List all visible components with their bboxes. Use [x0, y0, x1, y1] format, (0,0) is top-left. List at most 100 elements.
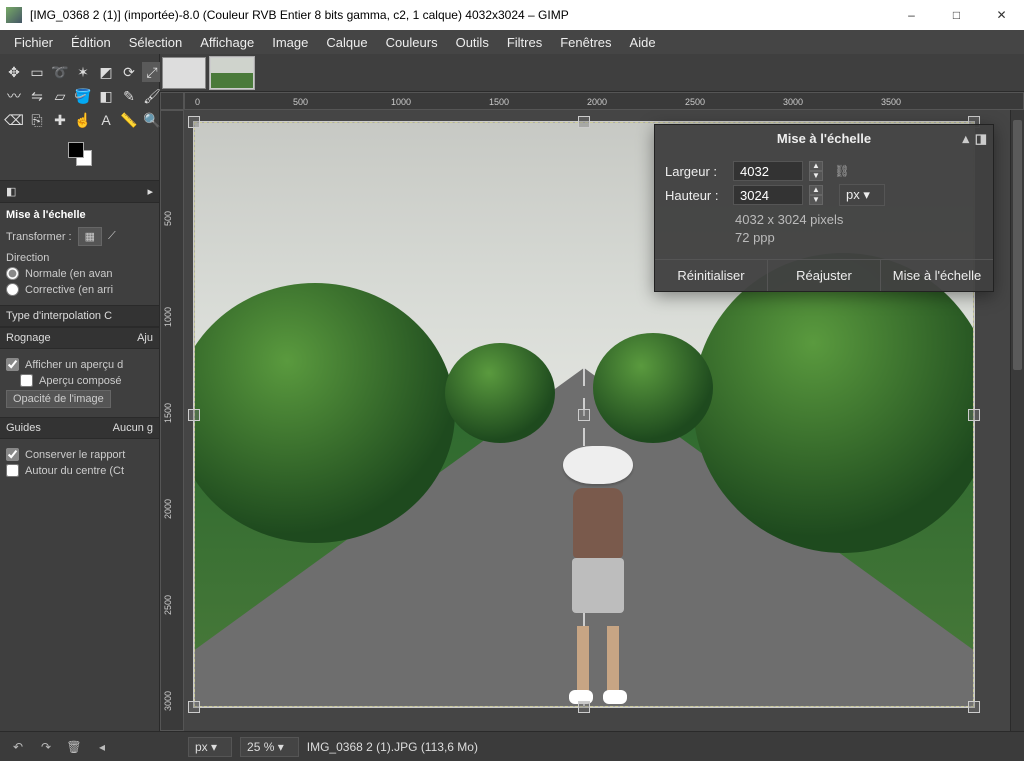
tool-scale[interactable]: ⤢ — [142, 62, 162, 82]
maximize-button[interactable]: □ — [934, 0, 979, 30]
composite-preview-label: Aperçu composé — [39, 375, 122, 387]
crop-row[interactable]: Rognage Aju — [0, 327, 159, 349]
tool-options-title: Mise à l'échelle — [6, 209, 153, 221]
dialog-shade-icon[interactable]: ▴ — [962, 131, 969, 147]
guides-row[interactable]: GuidesAucun g — [0, 417, 159, 439]
tool-fuzzy-select[interactable]: ✶ — [73, 62, 93, 82]
width-spin-up[interactable]: ▲ — [809, 161, 823, 171]
image-opacity-button[interactable]: Opacité de l'image — [6, 390, 111, 408]
tool-lasso[interactable]: ➰ — [50, 62, 70, 82]
tool-smudge[interactable]: ☝ — [73, 110, 93, 130]
window-title: [IMG_0368 2 (1)] (importée)-8.0 (Couleur… — [30, 8, 889, 22]
status-undo-icon[interactable]: ↶ — [8, 737, 28, 757]
tool-pencil[interactable]: ✎ — [119, 86, 139, 106]
width-input[interactable]: 4032 — [733, 161, 803, 181]
tool-gradient[interactable]: ◧ — [96, 86, 116, 106]
show-preview-checkbox[interactable] — [6, 358, 19, 371]
tool-zoom[interactable]: 🔍 — [142, 110, 162, 130]
tool-heal[interactable]: ✚ — [50, 110, 70, 130]
scale-dialog-title: Mise à l'échelle — [777, 131, 871, 146]
direction-normal-label: Normale (en avan — [25, 268, 112, 280]
menu-tools[interactable]: Outils — [448, 33, 497, 52]
tool-crop[interactable]: ◩ — [96, 62, 116, 82]
tool-measure[interactable]: 📏 — [119, 110, 139, 130]
menu-windows[interactable]: Fenêtres — [552, 33, 619, 52]
color-swatches[interactable] — [60, 142, 100, 170]
menu-colors[interactable]: Couleurs — [378, 33, 446, 52]
ruler-corner[interactable] — [160, 92, 184, 110]
vertical-scrollbar[interactable] — [1010, 110, 1024, 731]
interpolation-row[interactable]: Type d'interpolation C — [0, 305, 159, 327]
menu-edit[interactable]: Édition — [63, 33, 119, 52]
tool-bucket[interactable]: 🪣 — [73, 86, 93, 106]
height-input[interactable]: 3024 — [733, 185, 803, 205]
menu-layer[interactable]: Calque — [318, 33, 375, 52]
tool-options-header: ◧ ▸ — [0, 180, 159, 203]
tool-perspective[interactable]: ▱ — [50, 86, 70, 106]
menu-help[interactable]: Aide — [622, 33, 664, 52]
vertical-ruler[interactable]: 500 1000 1500 2000 2500 3000 — [160, 110, 184, 731]
horizontal-ruler[interactable]: 0 500 1000 1500 2000 2500 3000 3500 — [184, 92, 1024, 110]
canvas[interactable]: Mise à l'échelle ▴ ◨ Largeur : 4032 ▲▼ ⛓… — [184, 110, 1024, 731]
dialog-reset-button[interactable]: Réinitialiser — [655, 260, 767, 291]
scale-dialog[interactable]: Mise à l'échelle ▴ ◨ Largeur : 4032 ▲▼ ⛓… — [654, 124, 994, 292]
around-center-label: Autour du centre (Ct — [25, 465, 124, 477]
tool-text[interactable]: A — [96, 110, 116, 130]
composite-preview-checkbox[interactable] — [20, 374, 33, 387]
link-chain-icon[interactable]: ⛓ — [835, 164, 849, 178]
dialog-res-info: 72 ppp — [735, 229, 983, 247]
dialog-scale-button[interactable]: Mise à l'échelle — [880, 260, 993, 291]
width-label: Largeur : — [665, 164, 727, 179]
status-delete-icon[interactable]: 🗑 — [64, 737, 84, 757]
menu-bar: Fichier Édition Sélection Affichage Imag… — [0, 30, 1024, 54]
dialog-adjust-button[interactable]: Réajuster — [767, 260, 880, 291]
close-button[interactable]: ✕ — [979, 0, 1024, 30]
direction-corrective-radio[interactable] — [6, 283, 19, 296]
tool-options-tab[interactable]: ◧ — [6, 185, 16, 198]
tool-warp[interactable]: 〰 — [4, 86, 24, 106]
app-icon — [6, 7, 22, 23]
status-redo-icon[interactable]: ↷ — [36, 737, 56, 757]
direction-label: Direction — [6, 252, 153, 264]
status-collapse-icon[interactable]: ◂ — [92, 737, 112, 757]
height-label: Hauteur : — [665, 188, 727, 203]
width-spin-down[interactable]: ▼ — [809, 171, 823, 181]
minimize-button[interactable]: – — [889, 0, 934, 30]
tool-flip[interactable]: ⇋ — [27, 86, 47, 106]
transform-label: Transformer : — [6, 231, 72, 243]
fg-color-swatch[interactable] — [68, 142, 84, 158]
show-preview-label: Afficher un aperçu d — [25, 359, 123, 371]
horizontal-ruler-bar: 0 500 1000 1500 2000 2500 3000 3500 — [160, 92, 1024, 110]
menu-filters[interactable]: Filtres — [499, 33, 550, 52]
direction-normal-radio[interactable] — [6, 267, 19, 280]
keep-ratio-checkbox[interactable] — [6, 448, 19, 461]
direction-corrective-label: Corrective (en arri — [25, 284, 113, 296]
height-spin-up[interactable]: ▲ — [809, 185, 823, 195]
status-bar: ↶ ↷ 🗑 ◂ px ▾ 25 % ▾ IMG_0368 2 (1).JPG (… — [0, 731, 1024, 761]
tool-rect-select[interactable]: ▭ — [27, 62, 47, 82]
tool-eraser[interactable]: ⌫ — [4, 110, 24, 130]
around-center-checkbox[interactable] — [6, 464, 19, 477]
transform-target-path[interactable]: ⟋ — [108, 230, 116, 243]
tool-clone[interactable]: ⎘ — [27, 110, 47, 130]
keep-ratio-label: Conserver le rapport — [25, 449, 125, 461]
dialog-size-info: 4032 x 3024 pixels — [735, 211, 983, 229]
tool-rotate[interactable]: ⟳ — [119, 62, 139, 82]
image-tab-1[interactable] — [162, 57, 206, 89]
menu-image[interactable]: Image — [264, 33, 316, 52]
height-spin-down[interactable]: ▼ — [809, 195, 823, 205]
tool-brush[interactable]: 🖌 — [142, 86, 162, 106]
left-dock: ✥ ▭ ➰ ✶ ◩ ⟳ ⤢ 〰 ⇋ ▱ 🪣 ◧ ✎ 🖌 ⌫ ⎘ ✚ ☝ A 📏 … — [0, 54, 160, 731]
tool-options-collapse-icon[interactable]: ▸ — [147, 185, 153, 198]
menu-select[interactable]: Sélection — [121, 33, 190, 52]
menu-view[interactable]: Affichage — [192, 33, 262, 52]
unit-select[interactable]: px ▾ — [839, 184, 885, 206]
status-zoom-select[interactable]: 25 % ▾ — [240, 737, 299, 757]
image-tab-2[interactable] — [210, 57, 254, 89]
tool-move[interactable]: ✥ — [4, 62, 24, 82]
scrollbar-thumb[interactable] — [1013, 120, 1022, 370]
transform-target-layer[interactable]: ▦ — [78, 227, 102, 246]
dialog-detach-icon[interactable]: ◨ — [975, 131, 987, 147]
status-unit-select[interactable]: px ▾ — [188, 737, 232, 757]
menu-file[interactable]: Fichier — [6, 33, 61, 52]
